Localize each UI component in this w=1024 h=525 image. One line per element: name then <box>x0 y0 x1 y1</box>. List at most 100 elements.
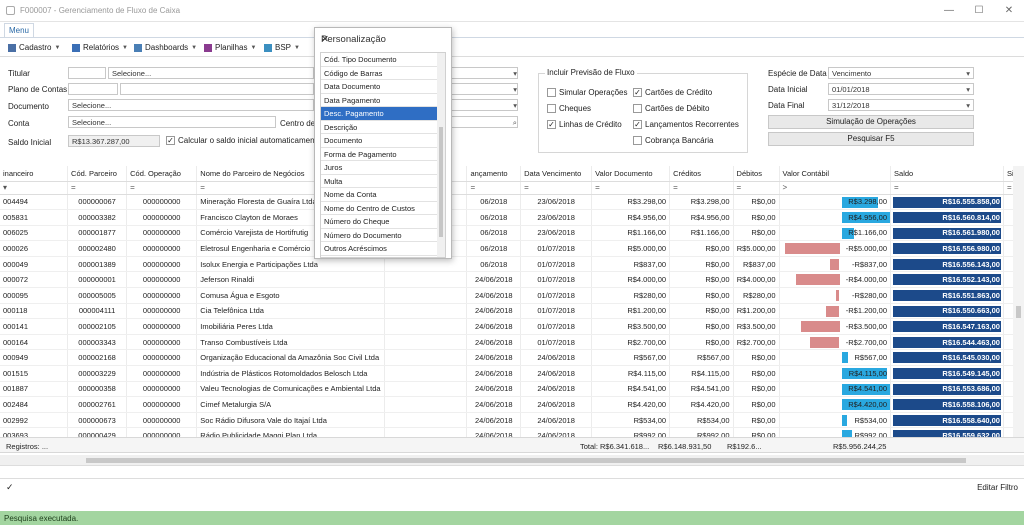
column-header[interactable]: inanceiro <box>0 166 69 182</box>
column-header[interactable]: Data Vencimento <box>520 166 593 182</box>
column-header[interactable]: Débitos <box>733 166 780 182</box>
vertical-scrollbar[interactable] <box>1013 166 1024 437</box>
filter-cell[interactable]: = <box>520 181 593 195</box>
documento-actions[interactable]: ▾ <box>452 99 518 111</box>
opt-lancamentos[interactable]: ✓ Lançamentos Recorrentes <box>633 120 739 130</box>
filter-cell[interactable]: = <box>733 181 780 195</box>
plano-code-input[interactable] <box>68 83 118 95</box>
checkbox[interactable]: ✓ <box>547 120 556 130</box>
list-item[interactable]: Número do Cheque <box>321 215 438 229</box>
checkbox[interactable]: ✓ <box>633 88 642 98</box>
list-item[interactable]: Nome da Conta <box>321 188 438 202</box>
filter-cell[interactable]: = <box>669 181 734 195</box>
ribbon-item[interactable]: Cadastro ▼ <box>8 43 60 52</box>
filter-cell[interactable]: = <box>591 181 671 195</box>
saldo-cell: R$16.547.163,00 <box>890 318 1004 335</box>
check-icon[interactable]: ✓ <box>6 482 14 493</box>
titular-actions[interactable]: ▾ <box>452 67 518 79</box>
conta-select[interactable]: Selecione... <box>68 116 276 128</box>
table-row[interactable]: 004494 000000067 000000000 Mineração Flores… <box>0 194 1024 211</box>
titular-code-input[interactable] <box>68 67 106 79</box>
list-item[interactable]: Código de Barras <box>321 67 438 80</box>
opt-cartoes-debito[interactable]: Cartões de Débito <box>633 104 709 114</box>
table-row[interactable]: 000949 000002168 000000000 Organização Educ… <box>0 349 1024 367</box>
list-item[interactable]: Forma de Pagamento <box>321 148 438 161</box>
table-row[interactable]: 003693 000000429 000000000 Rádio Publicidad… <box>0 427 1024 437</box>
data-final-input[interactable]: 31/12/2018 ▾ <box>828 99 974 111</box>
filter-cell[interactable]: = <box>466 181 522 195</box>
calc-saldo-option[interactable]: ✓ Calcular o saldo inicial automaticament… <box>166 136 323 146</box>
list-item[interactable]: Desc. Pagamento <box>321 107 438 121</box>
table-row[interactable]: 000072 000000001 000000000 Jeferson Rinaldi… <box>0 271 1024 289</box>
list-item[interactable]: Multa <box>321 175 438 188</box>
conta-search[interactable]: ⌕ <box>452 116 518 128</box>
table-row[interactable]: 000118 000004111 000000000 Cia Telefônica L… <box>0 303 1024 320</box>
list-item[interactable]: Outros Acréscimos <box>321 242 438 256</box>
checkbox[interactable]: ✓ <box>633 120 642 130</box>
column-header[interactable]: Cód. Operação <box>126 166 198 182</box>
checkbox[interactable] <box>547 88 556 98</box>
list-item[interactable]: Número do Documento <box>321 229 438 242</box>
list-item[interactable]: Juros <box>321 161 438 175</box>
table-row[interactable]: 002992 000000673 000000000 Soc Rádio Difuso… <box>0 412 1024 429</box>
ribbon-item[interactable]: Relatórios ▼ <box>72 43 128 52</box>
list-item[interactable]: Data Documento <box>321 80 438 94</box>
especie-select[interactable]: Vencimento ▾ <box>828 67 974 79</box>
ribbon-item[interactable]: Dashboards ▼ <box>134 43 197 52</box>
plano-actions[interactable]: ▾ <box>452 83 518 95</box>
horizontal-scrollbar[interactable] <box>0 455 1024 466</box>
column-header[interactable]: Cód. Parceiro <box>67 166 128 182</box>
filter-cell[interactable]: ▾ <box>0 181 69 195</box>
filter-cell[interactable]: > <box>779 181 892 195</box>
opt-cobranca[interactable]: Cobrança Bancária <box>633 136 713 146</box>
checkbox[interactable] <box>547 104 556 114</box>
table-row[interactable]: 005831 000003382 000000000 Francisco Clayto… <box>0 209 1024 226</box>
filter-cell[interactable]: = <box>67 181 128 195</box>
maximize-button[interactable]: ☐ <box>972 4 986 18</box>
table-row[interactable]: 000095 000005005 000000000 Comusa Água e Es… <box>0 287 1024 304</box>
table-row[interactable]: 000141 000002105 000000000 Imobiliária Pere… <box>0 318 1024 335</box>
list-scrollbar[interactable] <box>437 53 445 257</box>
column-header[interactable]: Valor Documento <box>591 166 671 182</box>
opt-simular[interactable]: Simular Operações <box>547 88 627 98</box>
opt-cartoes-credito[interactable]: ✓ Cartões de Crédito <box>633 88 712 98</box>
filter-cell[interactable]: = <box>890 181 1004 195</box>
checkbox[interactable] <box>633 136 642 146</box>
column-header[interactable]: ançamento <box>466 166 522 182</box>
filter-cell[interactable]: = <box>126 181 198 195</box>
titular-select[interactable]: Selecione... <box>108 67 314 79</box>
plano-select[interactable] <box>120 83 314 95</box>
saldo-inicial-field[interactable]: R$13.367.287,00 <box>68 135 160 147</box>
column-header[interactable]: Valor Contábil <box>779 166 892 182</box>
checkbox[interactable] <box>633 104 642 114</box>
table-row[interactable]: 000026 000002480 000000000 Eletrosul Engenh… <box>0 240 1024 257</box>
documento-select[interactable]: Selecione... <box>68 99 314 111</box>
table-row[interactable]: 001515 000003229 000000000 Indústria de Plá… <box>0 365 1024 382</box>
list-item[interactable]: Documento <box>321 134 438 148</box>
close-icon[interactable]: ✕ <box>321 34 443 45</box>
data-inicial-input[interactable]: 01/01/2018 ▾ <box>828 83 974 95</box>
simular-operacoes-button[interactable]: Simulação de Operações <box>768 115 974 129</box>
list-item[interactable]: Data Pagamento <box>321 94 438 107</box>
search-icon[interactable]: ⌕ <box>513 117 517 127</box>
close-button[interactable]: ✕ <box>1002 4 1016 18</box>
editar-filtro-link[interactable]: Editar Filtro <box>977 483 1018 492</box>
pesquisar-button[interactable]: Pesquisar F5 <box>768 132 974 146</box>
table-row[interactable]: 002484 000002761 000000000 Cimef Metalurgia… <box>0 396 1024 413</box>
ribbon-item[interactable]: Planilhas ▼ <box>204 43 256 52</box>
ribbon-item[interactable]: BSP ▼ <box>264 43 300 52</box>
list-item[interactable]: Nome do Centro de Custos <box>321 202 438 215</box>
minimize-button[interactable]: — <box>942 4 956 18</box>
table-row[interactable]: 001887 000000358 000000000 Valeu Tecnologia… <box>0 381 1024 398</box>
list-item[interactable]: Descrição <box>321 121 438 134</box>
table-row[interactable]: 000049 000001389 000000000 Isolux Energia e… <box>0 256 1024 273</box>
opt-cheques[interactable]: Cheques <box>547 104 591 114</box>
column-header[interactable]: Saldo <box>890 166 1004 182</box>
table-row[interactable]: 000164 000003343 000000000 Transo Combustív… <box>0 334 1024 351</box>
table-row[interactable]: 006025 000001877 000000000 Comércio Varejis… <box>0 225 1024 242</box>
menu-tab[interactable]: Menu <box>4 23 34 37</box>
column-header[interactable]: Créditos <box>669 166 734 182</box>
list-item[interactable]: Cód. Tipo Documento <box>321 53 438 67</box>
opt-linhas-credito[interactable]: ✓ Linhas de Crédito <box>547 120 622 130</box>
calc-saldo-checkbox[interactable]: ✓ <box>166 136 175 146</box>
